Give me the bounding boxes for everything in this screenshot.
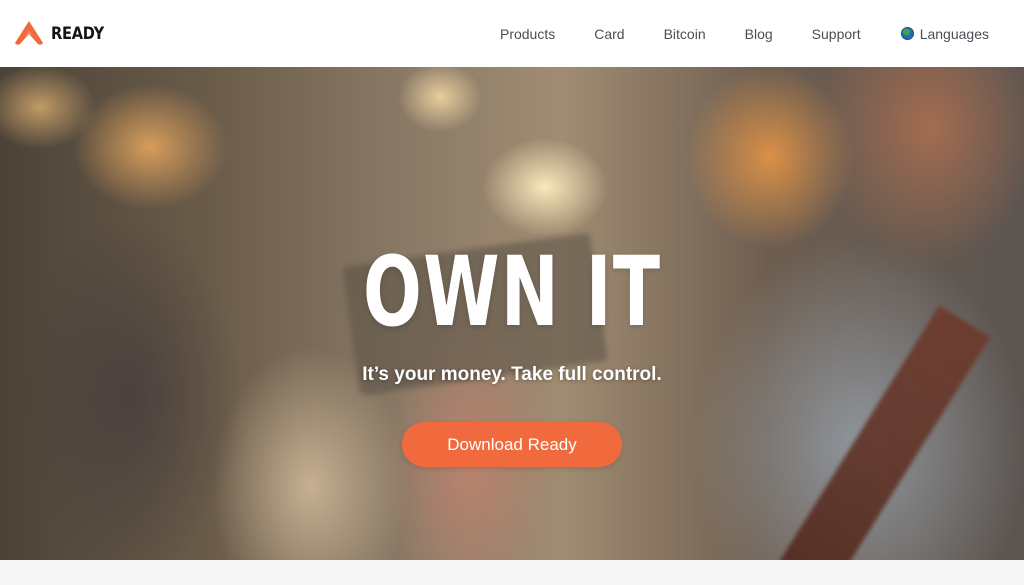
brand-logo-link[interactable]: READY (15, 21, 113, 46)
globe-icon (900, 27, 914, 40)
hero-subtitle: It’s your money. Take full control. (362, 364, 662, 385)
brand-name: READY (51, 23, 104, 44)
nav-link-support[interactable]: Support (812, 26, 861, 42)
ready-logo-icon (15, 21, 43, 45)
page-footer-strip (0, 560, 1024, 585)
nav-link-card[interactable]: Card (594, 26, 624, 42)
nav-link-bitcoin[interactable]: Bitcoin (664, 26, 706, 42)
nav-link-blog[interactable]: Blog (745, 26, 773, 42)
nav-link-products[interactable]: Products (500, 26, 555, 42)
languages-label: Languages (919, 25, 989, 42)
download-ready-button[interactable]: Download Ready (402, 422, 622, 467)
top-navbar: READY Products Card Bitcoin Blog Support… (0, 0, 1024, 67)
hero-content: OWN IT It’s your money. Take full contro… (0, 67, 1024, 560)
main-nav: Products Card Bitcoin Blog Support Langu… (500, 26, 989, 42)
languages-selector[interactable]: Languages (900, 25, 989, 42)
hero-section: OWN IT It’s your money. Take full contro… (0, 67, 1024, 560)
hero-title: OWN IT (362, 236, 662, 348)
